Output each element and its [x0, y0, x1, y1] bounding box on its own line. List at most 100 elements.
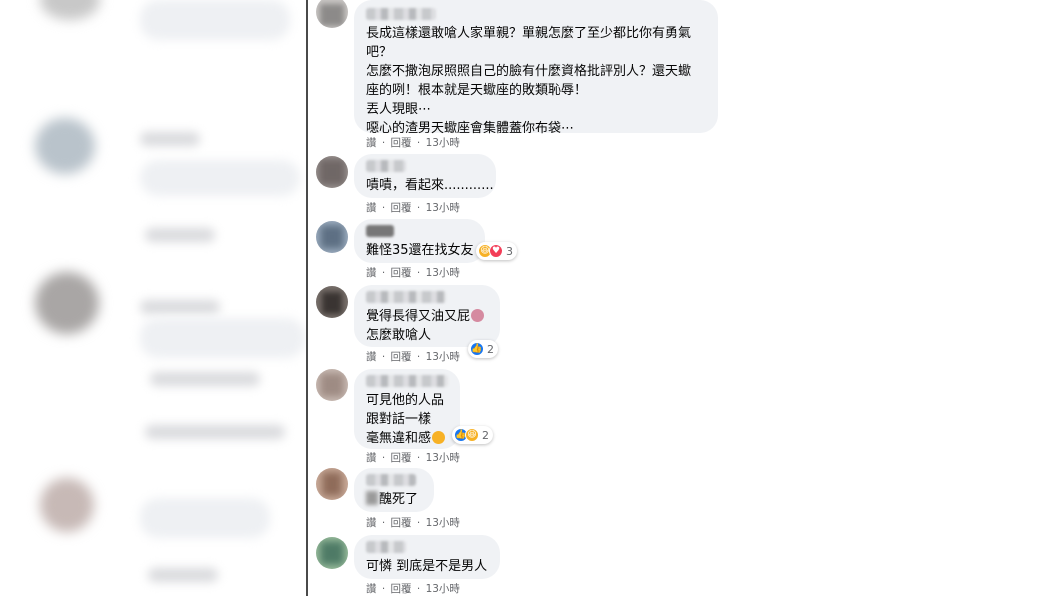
separator-dot: ·: [381, 452, 386, 464]
avatar[interactable]: [316, 156, 348, 188]
timestamp-link[interactable]: 13小時: [426, 349, 460, 364]
comment-text-line: 覺得長得又油又屁: [366, 307, 488, 326]
blurred-bubble: [140, 498, 270, 538]
love-reaction-icon: ♥: [489, 244, 503, 258]
blurred-bubble: [140, 160, 300, 196]
reply-link[interactable]: 回覆: [391, 200, 412, 215]
divider: [306, 0, 308, 596]
comment-text-line: 可見他的人品: [366, 393, 445, 408]
avatar[interactable]: [316, 369, 348, 401]
comment-bubble: 可見他的人品 跟對話一樣 毫無違和感: [354, 369, 460, 449]
avatar[interactable]: [316, 221, 348, 253]
commenter-name[interactable]: [366, 225, 394, 237]
timestamp-link[interactable]: 13小時: [426, 200, 460, 215]
avatar[interactable]: [316, 537, 348, 569]
commenter-name[interactable]: [366, 160, 406, 172]
blurred-bubble: [140, 0, 290, 40]
timestamp-link[interactable]: 13小時: [426, 135, 460, 150]
reaction-count: 2: [487, 342, 494, 356]
separator-dot: ·: [416, 267, 421, 279]
sad-emoji-icon: [432, 431, 446, 444]
reaction-count: 2: [482, 428, 489, 442]
blurred-background-thread: [0, 0, 306, 596]
comment-text-line: 長成這樣還敢嗆人家單親？單親怎麼了至少都比你有勇氣: [366, 26, 692, 41]
like-link[interactable]: 讚: [366, 450, 377, 465]
comment-actions: 讚 · 回覆 · 13小時: [366, 515, 460, 530]
comment-actions: 讚 · 回覆 · 13小時: [366, 135, 460, 150]
comment-actions: 讚 · 回覆 · 13小時: [366, 265, 460, 280]
separator-dot: ·: [416, 517, 421, 529]
separator-dot: ·: [381, 517, 386, 529]
separator-dot: ·: [416, 137, 421, 149]
blurred-bar: [140, 132, 200, 146]
comment-text-line: 怎麼不撒泡尿照照自己的臉有什麼資格批評別人？還天蠍: [366, 64, 692, 79]
timestamp-link[interactable]: 13小時: [426, 265, 460, 280]
reply-link[interactable]: 回覆: [391, 135, 412, 150]
reply-link[interactable]: 回覆: [391, 515, 412, 530]
like-link[interactable]: 讚: [366, 581, 377, 596]
reply-link[interactable]: 回覆: [391, 349, 412, 364]
commenter-name[interactable]: [366, 541, 406, 553]
haha-reaction-icon: 😆: [465, 428, 479, 442]
comment-actions: 讚 · 回覆 · 13小時: [366, 581, 460, 596]
comment-text-line: 丟人現眼⋯: [366, 102, 432, 117]
reaction-count: 3: [506, 244, 513, 258]
like-link[interactable]: 讚: [366, 200, 377, 215]
reply-link[interactable]: 回覆: [391, 581, 412, 596]
comment-bubble: 難怪35還在找女友: [354, 219, 485, 263]
comment-text-line: 嘖嘖，看起來............: [366, 178, 494, 193]
blurred-bar: [140, 300, 220, 314]
comment-bubble: 長成這樣還敢嗆人家單親？單親怎麼了至少都比你有勇氣 吧？ 怎麼不撒泡尿照照自己的…: [354, 0, 718, 136]
comment-actions: 讚 · 回覆 · 13小時: [366, 349, 460, 364]
like-reaction-icon: 👍: [470, 342, 484, 356]
like-link[interactable]: 讚: [366, 135, 377, 150]
timestamp-link[interactable]: 13小時: [426, 515, 460, 530]
like-link[interactable]: 讚: [366, 515, 377, 530]
separator-dot: ·: [416, 452, 421, 464]
separator-dot: ·: [381, 202, 386, 214]
separator-dot: ·: [381, 583, 386, 595]
comment-text-line: 難怪35還在找女友: [366, 243, 474, 258]
blurred-bubble: [140, 318, 305, 358]
comment-bubble: 嘖嘖，看起來............: [354, 154, 496, 198]
separator-dot: ·: [416, 351, 421, 363]
comment-text-line: 座的咧！根本就是天蠍座的敗類恥辱！: [366, 83, 588, 98]
blurred-avatar: [35, 118, 95, 174]
timestamp-link[interactable]: 13小時: [426, 581, 460, 596]
blurred-avatar: [40, 0, 100, 20]
blurred-bar: [150, 372, 260, 386]
woman-emoji-icon: [471, 309, 485, 322]
avatar[interactable]: [316, 0, 348, 28]
separator-dot: ·: [381, 137, 386, 149]
reaction-summary[interactable]: 😆 ♥ 3: [476, 242, 517, 260]
avatar[interactable]: [316, 468, 348, 500]
comment-bubble: 醜死了: [354, 468, 434, 512]
commenter-name[interactable]: [366, 474, 416, 486]
separator-dot: ·: [416, 583, 421, 595]
comment-text-line: 可憐 到底是不是男人: [366, 559, 488, 574]
commenter-name[interactable]: [366, 8, 436, 20]
comment-text-line: 醜死了: [366, 490, 422, 509]
comment-bubble: 可憐 到底是不是男人: [354, 535, 500, 579]
blurred-avatar: [40, 478, 94, 532]
blurred-bar: [148, 568, 218, 582]
comment-text-line: 跟對話一樣: [366, 412, 432, 427]
commenter-name[interactable]: [366, 291, 446, 303]
comment-text-line: 毫無違和感: [366, 429, 448, 448]
blurred-avatar: [35, 272, 99, 334]
commenter-name[interactable]: [366, 375, 448, 387]
blurred-bar: [145, 425, 285, 439]
reaction-summary[interactable]: 👍 2: [468, 340, 498, 358]
reply-link[interactable]: 回覆: [391, 265, 412, 280]
timestamp-link[interactable]: 13小時: [426, 450, 460, 465]
reply-link[interactable]: 回覆: [391, 450, 412, 465]
like-link[interactable]: 讚: [366, 349, 377, 364]
avatar[interactable]: [316, 286, 348, 318]
blurred-bar: [145, 228, 215, 242]
separator-dot: ·: [381, 267, 386, 279]
reaction-summary[interactable]: 👍 😆 2: [452, 426, 493, 444]
comment-actions: 讚 · 回覆 · 13小時: [366, 200, 460, 215]
like-link[interactable]: 讚: [366, 265, 377, 280]
separator-dot: ·: [416, 202, 421, 214]
comment-actions: 讚 · 回覆 · 13小時: [366, 450, 460, 465]
